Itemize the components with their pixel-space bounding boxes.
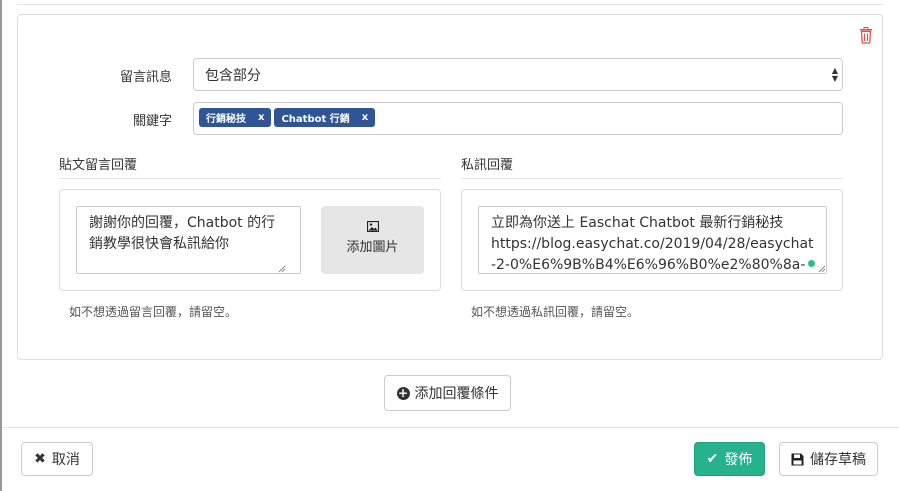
select-value: 包含部分 — [205, 68, 261, 84]
comment-reply-panel: 謝謝你的回覆，Chatbot 的行銷教學很快會私訊給你 添加圖片 — [59, 189, 441, 291]
cancel-label: 取消 — [51, 452, 80, 468]
plus-circle-icon: + — [396, 385, 410, 400]
cancel-button[interactable]: ✖ 取消 — [21, 442, 93, 476]
message-match-select[interactable]: 包含部分 ▲ ▼ — [193, 58, 843, 91]
divider — [17, 4, 883, 5]
add-image-button[interactable]: 添加圖片 — [321, 206, 424, 274]
comment-reply-textarea[interactable]: 謝謝你的回覆，Chatbot 的行銷教學很快會私訊給你 — [76, 206, 301, 274]
add-condition-label: 添加回覆條件 — [414, 386, 499, 402]
comment-reply-help: 如不想透過留言回覆，請留空。 — [69, 305, 238, 319]
save-draft-label: 儲存草稿 — [810, 452, 866, 468]
keyword-label: 關鍵字 — [132, 114, 172, 129]
private-reply-textarea[interactable]: 立即為你送上 Easchat Chatbot 最新行銷秘技 https://bl… — [478, 206, 827, 274]
comment-reply-title: 貼文留言回覆 — [59, 158, 138, 173]
trash-icon[interactable] — [859, 27, 873, 44]
private-reply-title: 私訊回覆 — [461, 158, 514, 173]
remove-tag-button[interactable]: x — [362, 112, 368, 123]
publish-button[interactable]: ✔ 發佈 — [694, 442, 765, 476]
message-label: 留言訊息 — [119, 70, 172, 85]
keyword-tag-label: Chatbot 行銷 — [281, 114, 350, 125]
keyword-tag: Chatbot 行銷 x — [274, 108, 376, 127]
grammarly-indicator-icon[interactable] — [808, 260, 815, 267]
add-condition-button[interactable]: + 添加回覆條件 — [384, 375, 511, 411]
close-icon: ✖ — [34, 451, 46, 467]
select-arrows-icon: ▲ ▼ — [831, 66, 838, 83]
keyword-tag-label: 行銷秘技 — [206, 114, 246, 125]
save-icon — [791, 453, 804, 465]
save-draft-button[interactable]: 儲存草稿 — [779, 442, 878, 476]
check-icon: ✔ — [706, 451, 719, 467]
private-reply-help: 如不想透過私訊回覆，請留空。 — [471, 305, 640, 319]
private-reply-panel: 立即為你送上 Easchat Chatbot 最新行銷秘技 https://bl… — [461, 189, 843, 291]
publish-label: 發佈 — [724, 452, 753, 468]
image-icon — [366, 221, 379, 232]
keyword-tags-input[interactable]: 行銷秘技 x Chatbot 行銷 x — [193, 102, 843, 135]
resize-handle-icon[interactable] — [818, 265, 826, 273]
divider — [59, 178, 441, 179]
reply-condition-card: 留言訊息 包含部分 ▲ ▼ 關鍵字 行銷秘技 x Chatbot 行銷 x 貼文留… — [17, 14, 883, 360]
divider — [461, 178, 843, 179]
remove-tag-button[interactable]: x — [258, 112, 264, 123]
keyword-tag: 行銷秘技 x — [199, 108, 272, 127]
modal-edge — [0, 0, 2, 491]
footer-divider — [2, 427, 899, 428]
resize-handle-icon[interactable] — [278, 265, 286, 273]
add-image-label: 添加圖片 — [346, 240, 399, 255]
